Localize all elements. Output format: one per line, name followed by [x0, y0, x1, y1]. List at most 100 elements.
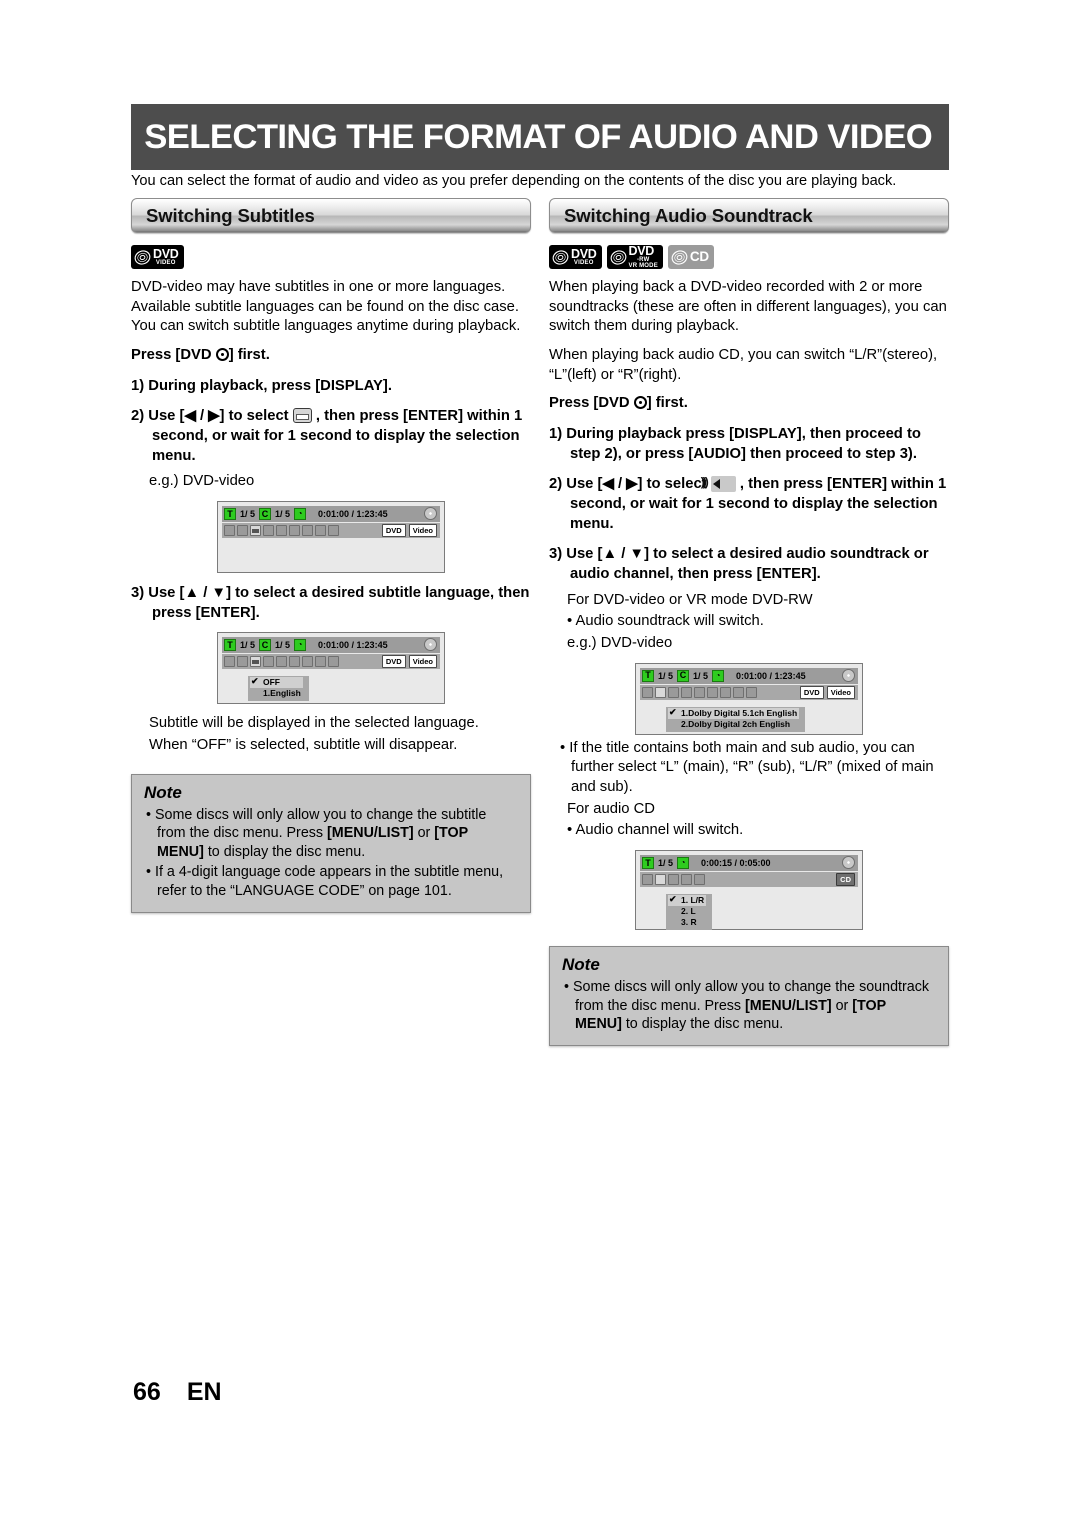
subtitle-icon — [292, 408, 312, 424]
osd-time: 0:01:00 / 1:23:45 — [736, 670, 806, 681]
step-1-right: 1) During playback press [DISPLAY], then… — [549, 426, 921, 462]
note-item: • Some discs will only allow you to chan… — [564, 979, 930, 1033]
bullet-soundtrack: • Audio soundtrack will switch. — [567, 613, 764, 630]
osd-mock-right-1-wrap: T 1/ 5 C 1/ 5 ◔ 0:01:00 / 1:23:45 DVD Vi… — [549, 662, 949, 735]
press-dvd-first-right: Press [DVD ] first. — [549, 394, 949, 414]
press-dvd-first-left: Press [DVD ] first. — [131, 346, 531, 366]
marker-icon — [289, 525, 300, 537]
audio-intro-paragraph-1: When playing back a DVD-video recorded w… — [549, 279, 947, 335]
section-title-audio: Switching Audio Soundtrack — [564, 204, 813, 226]
menu-item-lr[interactable]: 1. L/R — [668, 894, 707, 907]
search-icon — [733, 686, 744, 698]
title-chip: T — [642, 669, 654, 682]
note-box-left: Note • Some discs will only allow you to… — [131, 773, 531, 913]
osd-status-row: T 1/ 5 C 1/ 5 ◔ 0:01:00 / 1:23:45 — [640, 667, 858, 684]
repeat-icon — [276, 525, 287, 537]
subtitles-intro-paragraph: DVD-video may have subtitles in one or m… — [131, 279, 521, 335]
note-item: • If a 4-digit language code appears in … — [146, 864, 504, 900]
for-dvd-label: For DVD-video or VR mode DVD-RW — [567, 591, 813, 608]
audio-icon — [237, 656, 248, 668]
title-number: 1/ 5 — [658, 858, 674, 869]
search-icon — [315, 656, 326, 668]
osd-mock-left-1: T 1/ 5 C 1/ 5 ◔ 0:01:00 / 1:23:45 DVD Vi… — [217, 501, 445, 574]
title-chip: T — [642, 857, 654, 870]
menu-item-off[interactable]: OFF — [250, 676, 303, 689]
repeat-icon — [276, 656, 287, 668]
audio-channel-menu[interactable]: 1. L/R 2. L 3. R — [666, 894, 713, 931]
disc-spinner-icon — [424, 638, 437, 652]
disc-glyph-icon — [671, 249, 688, 265]
for-cd-label: For audio CD — [567, 800, 655, 817]
menu-item-english[interactable]: 1.English — [250, 688, 303, 699]
column-switching-subtitles: Switching Subtitles DVD VIDEO DVD-video … — [131, 198, 531, 913]
audio-icon — [655, 874, 666, 886]
column-switching-audio-soundtrack: Switching Audio Soundtrack DVD VIDEO DVD… — [549, 198, 949, 1046]
chapter-chip: C — [259, 639, 272, 652]
chapter-chip: C — [677, 669, 690, 682]
osd-tag-mode: Video — [408, 655, 437, 669]
press-dvd-pre: Press [DVD — [549, 395, 634, 412]
menu-item-dolby-51ch[interactable]: 1.Dolby Digital 5.1ch English — [668, 707, 800, 719]
note-key-menu-list: [MENU/LIST] — [327, 825, 414, 842]
clock-chip-icon: ◔ — [294, 639, 307, 652]
disc-logos-left: DVD VIDEO — [131, 245, 531, 269]
cd-logo-line1: CD — [689, 249, 709, 265]
title-chip: T — [224, 639, 236, 652]
menu-item-dolby-2ch[interactable]: 2.Dolby Digital 2ch English — [668, 719, 799, 730]
osd-mock-left-2: T 1/ 5 C 1/ 5 ◔ 0:01:00 / 1:23:45 DVD Vi… — [217, 632, 445, 705]
audio-intro-paragraph-2: When playing back audio CD, you can swit… — [549, 347, 938, 383]
osd-time: 0:00:15 / 0:05:00 — [701, 858, 771, 869]
marker-icon — [681, 874, 692, 886]
section-header-subtitles: Switching Subtitles — [131, 198, 531, 233]
chapter-number: 1/ 5 — [693, 670, 709, 681]
osd-status-row: T 1/ 5 C 1/ 5 ◔ 0:01:00 / 1:23:45 — [222, 637, 440, 654]
step-3-right: 3) Use [▲ / ▼] to select a desired audio… — [549, 546, 929, 583]
osd-mock-right-2-wrap: T 1/ 5 ◔ 0:00:15 / 0:05:00 CD ✔ 1. L/R 2… — [549, 850, 949, 931]
press-dvd-pre: Press [DVD — [131, 347, 216, 364]
angle-icon — [224, 525, 235, 537]
note-heading-right: Note — [562, 955, 600, 975]
note-heading-left: Note — [144, 782, 182, 802]
press-dvd-post: ] first. — [228, 347, 270, 364]
step-1-left: 1) During playback, press [DISPLAY]. — [131, 377, 392, 394]
manual-page: SELECTING THE FORMAT OF AUDIO AND VIDEO … — [0, 0, 1080, 1528]
page-footer: 66 EN — [133, 1378, 222, 1407]
note-item: • Some discs will only allow you to chan… — [146, 806, 487, 860]
subtitle-icon-osd — [668, 686, 679, 698]
title-number: 1/ 5 — [240, 640, 256, 651]
menu-item-l[interactable]: 2. L — [668, 906, 706, 917]
title-chip: T — [224, 508, 236, 521]
osd-icon-row: DVD Video — [222, 654, 440, 670]
osd-tag-mode: Video — [408, 524, 437, 538]
menu-item-r[interactable]: 3. R — [668, 917, 706, 928]
note-text: to display the disc menu. — [203, 843, 366, 860]
bullet-audio-channel: • Audio channel will switch. — [567, 822, 744, 839]
surround-icon — [746, 686, 757, 698]
osd-format-tags: DVD Video — [799, 685, 855, 699]
subtitle-icon-osd — [250, 656, 261, 668]
step-2-left: 2) Use [◀ / ▶] to select , then press [E… — [131, 407, 531, 466]
marker-icon — [289, 656, 300, 668]
osd-tag-disc: DVD — [381, 655, 406, 669]
audio-soundtrack-menu[interactable]: 1.Dolby Digital 5.1ch English 2.Dolby Di… — [666, 706, 806, 732]
step-2-right: 2) Use [◀ / ▶] to select , then press [E… — [549, 475, 949, 534]
eg-label-right-1: e.g.) DVD-video — [567, 635, 673, 652]
clock-chip-icon: ◔ — [677, 857, 690, 870]
zoom-icon — [263, 525, 274, 537]
press-dvd-post: ] first. — [646, 395, 688, 412]
disc-spinner-icon — [842, 668, 855, 682]
osd-mock-right-1: T 1/ 5 C 1/ 5 ◔ 0:01:00 / 1:23:45 DVD Vi… — [635, 662, 863, 735]
note-text: If a 4-digit language code appears in th… — [154, 864, 504, 900]
surround-icon — [328, 525, 339, 537]
surround-icon — [694, 874, 705, 886]
step-2-right-pre: 2) Use [◀ / ▶] to select — [549, 476, 707, 493]
intro-text: You can select the format of audio and v… — [131, 173, 897, 189]
clock-chip-icon: ◔ — [294, 508, 307, 521]
note-text: or — [831, 997, 853, 1014]
repeat-icon — [694, 686, 705, 698]
osd-format-tags: DVD Video — [381, 524, 437, 538]
osd-time: 0:01:00 / 1:23:45 — [318, 509, 388, 520]
chapter-number: 1/ 5 — [275, 509, 291, 520]
osd-status-row: T 1/ 5 C 1/ 5 ◔ 0:01:00 / 1:23:45 — [222, 506, 440, 523]
subtitle-selection-menu[interactable]: OFF 1.English — [248, 676, 309, 702]
